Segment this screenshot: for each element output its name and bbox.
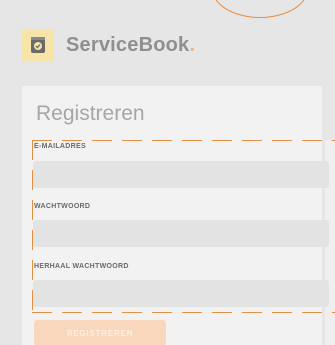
app-header: ServiceBook. (22, 28, 195, 62)
email-field[interactable] (33, 161, 329, 188)
brand-name[interactable]: ServiceBook (66, 34, 189, 57)
register-button[interactable]: REGISTREREN (34, 320, 166, 345)
highlight-bottom-edge (32, 312, 335, 313)
register-card: Registreren E-MAILADRES WACHTWOORD HERHA… (22, 86, 329, 345)
decorative-arc (212, 0, 308, 18)
highlight-left-edge (32, 140, 33, 313)
repeat-password-label: HERHAAL WACHTWOORD (34, 263, 129, 270)
book-icon (31, 37, 45, 53)
password-label: WACHTWOORD (34, 203, 91, 210)
repeat-password-field[interactable] (33, 280, 329, 307)
highlight-top-edge (32, 140, 335, 141)
page-title: Registreren (36, 102, 145, 125)
email-label: E-MAILADRES (34, 143, 86, 150)
password-field[interactable] (33, 220, 329, 247)
brand-dot: . (189, 33, 195, 56)
page: ServiceBook. Registreren E-MAILADRES WAC… (0, 0, 335, 345)
brand-logo[interactable] (22, 29, 54, 61)
